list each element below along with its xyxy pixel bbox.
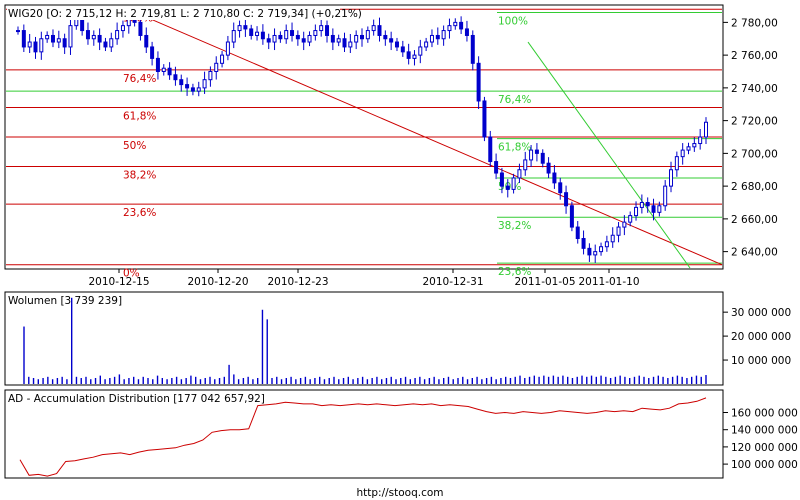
price-ytick-label: 2 680,00 (731, 181, 778, 193)
xtick-label: 2010-12-31 (422, 276, 483, 288)
price-ytick-label: 2 760,00 (731, 50, 778, 62)
candle (569, 201, 574, 232)
price-ytick-label: 2 640,00 (731, 247, 778, 259)
ad-ytick-label: 120 000 000 (731, 442, 798, 454)
ad-ytick-label: 160 000 000 (731, 408, 798, 420)
price-ytick-label: 2 700,00 (731, 148, 778, 160)
price-ytick-label: 2 660,00 (731, 214, 778, 226)
fib-red-label: 76,4% (123, 73, 156, 85)
xtick-label: 2011-01-05 (514, 276, 575, 288)
footer-url[interactable]: http://stooq.com (356, 487, 443, 499)
ad-title: AD - Accumulation Distribution [177 042 … (8, 393, 265, 405)
fib-red-label: 61,8% (123, 111, 156, 123)
price-ytick-label: 2 740,00 (731, 83, 778, 95)
fib-red-label: 38,2% (123, 169, 156, 181)
fib-green-label: 38,2% (498, 220, 531, 232)
price-ytick-label: 2 720,00 (731, 116, 778, 128)
fib-green-label: 100% (498, 16, 528, 28)
candle (482, 96, 487, 142)
fib-red-label: 50% (123, 140, 146, 152)
volume-ytick-label: 20 000 000 (731, 331, 791, 343)
volume-ytick-label: 30 000 000 (731, 307, 791, 319)
ad-ytick-label: 100 000 000 (731, 459, 798, 471)
chart-canvas: 2 780,00 2 760,00 2 740,00 2 720,00 2 700,00… (4, 4, 798, 499)
ad-ytick-label: 140 000 000 (731, 425, 798, 437)
price-ytick-label: 2 780,00 (731, 17, 778, 29)
xtick-label: 2011-01-10 (578, 276, 639, 288)
price-title: WIG20 [O: 2 715,12 H: 2 719,81 L: 2 710,… (8, 8, 362, 20)
xtick-label: 2010-12-20 (187, 276, 248, 288)
candle (476, 56, 481, 109)
xtick-label: 2010-12-15 (88, 276, 149, 288)
fib-red-label: 23,6% (123, 207, 156, 219)
fib-green-label: 61,8% (498, 142, 531, 154)
volume-title: Wolumen [3 739 239] (8, 295, 122, 307)
fib-green-label: 76,4% (498, 94, 531, 106)
xtick-label: 2010-12-23 (267, 276, 328, 288)
volume-ytick-label: 10 000 000 (731, 355, 791, 367)
